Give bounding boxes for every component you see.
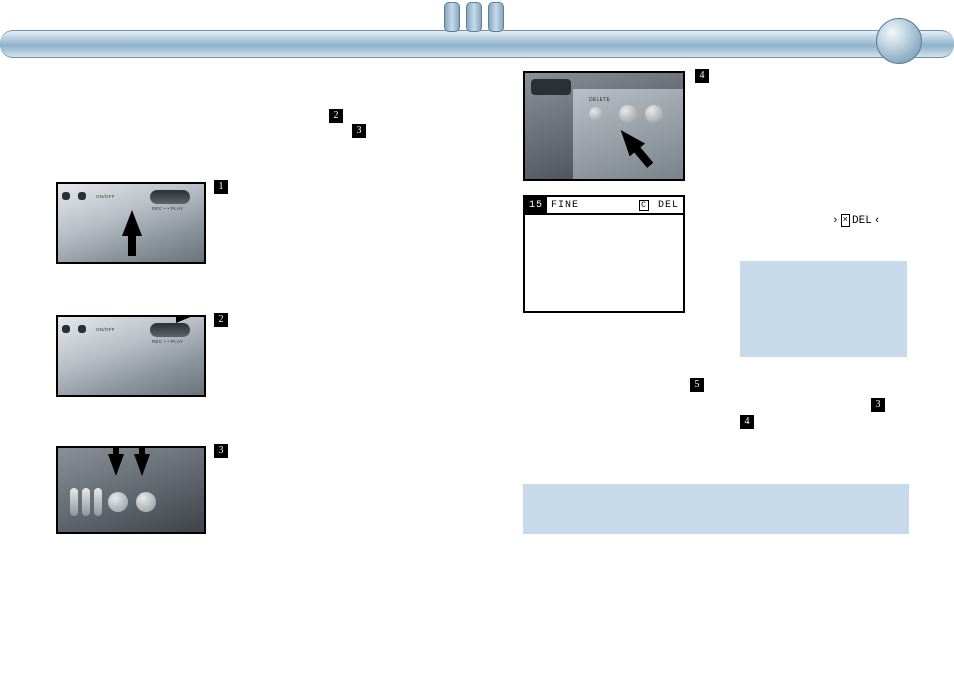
- figure-3: [56, 446, 206, 534]
- lcd-top-row: 15 FINE C DEL: [525, 197, 683, 215]
- blink-mark-icon: ‹: [874, 217, 881, 225]
- camera-detail: [78, 192, 86, 200]
- camera-button: [136, 492, 156, 512]
- step-badge-4: 4: [695, 69, 709, 83]
- camera-detail: [62, 325, 70, 333]
- lcd-del-indicator: C DEL: [639, 200, 679, 211]
- delete-button: [589, 107, 603, 121]
- camera-rib: [82, 488, 90, 516]
- figure-1: ON/OFF REC • • PLAY: [56, 182, 206, 264]
- camera-plate: [531, 79, 571, 95]
- step-badge-1: 1: [214, 180, 228, 194]
- inline-badge: 2: [329, 109, 343, 123]
- top-knob: [876, 18, 922, 64]
- figure-2: ON/OFF REC • • PLAY: [56, 315, 206, 397]
- step-badge-2: 2: [214, 313, 228, 327]
- lcd-del-text: DEL: [658, 200, 679, 211]
- blink-mark-icon: ›: [832, 217, 839, 225]
- lcd-c-icon: C: [639, 200, 649, 211]
- camera-rib: [94, 488, 102, 516]
- top-decorative-bar: [0, 30, 954, 58]
- del-blink-label: › × DEL ‹: [832, 214, 880, 227]
- inline-badge: 4: [740, 415, 754, 429]
- page: ON/OFF REC • • PLAY 1 ON/OFF REC • • PLA…: [0, 0, 954, 675]
- del-text: DEL: [852, 215, 872, 227]
- callout-box-bottom: [523, 484, 909, 534]
- top-tab: [466, 2, 482, 32]
- label-recplay: REC • • PLAY: [152, 339, 183, 344]
- top-tab: [444, 2, 460, 32]
- camera-detail: [78, 325, 86, 333]
- del-box-icon: ×: [841, 214, 850, 227]
- callout-box-right: [740, 261, 907, 357]
- lcd-panel: 15 FINE C DEL: [523, 195, 685, 313]
- label-recplay: REC • • PLAY: [152, 206, 183, 211]
- step-badge-3: 3: [214, 444, 228, 458]
- figure-4: DELETE: [523, 71, 685, 181]
- nav-button: [619, 105, 637, 123]
- nav-button: [645, 105, 663, 123]
- camera-body: [58, 448, 204, 532]
- arrow-up-icon: [122, 210, 142, 236]
- label-onoff: ON/OFF: [96, 194, 115, 199]
- lcd-frame-number: 15: [525, 197, 547, 213]
- inline-badge: 3: [352, 124, 366, 138]
- arrow-right-icon: [176, 315, 200, 323]
- camera-rib: [70, 488, 78, 516]
- lcd-quality: FINE: [551, 200, 579, 211]
- label-delete: DELETE: [589, 97, 610, 103]
- mode-dial: [150, 190, 190, 204]
- label-onoff: ON/OFF: [96, 327, 115, 332]
- inline-badge: 5: [690, 378, 704, 392]
- inline-badge: 3: [871, 398, 885, 412]
- camera-button: [108, 492, 128, 512]
- camera-detail: [62, 192, 70, 200]
- top-tab: [488, 2, 504, 32]
- mode-dial: [150, 323, 190, 337]
